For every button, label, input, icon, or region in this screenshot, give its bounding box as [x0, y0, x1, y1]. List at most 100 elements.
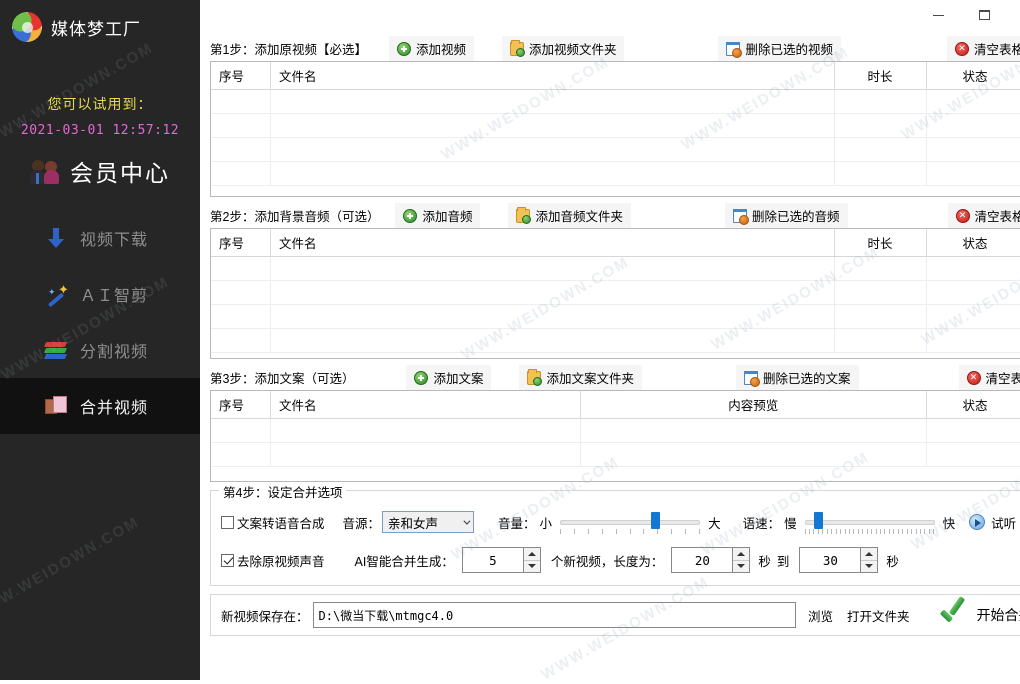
video-table-body[interactable] [211, 90, 1020, 196]
column-header-index: 序号 [211, 62, 271, 89]
plus-circle-icon [414, 371, 428, 385]
video-table[interactable]: 序号 文件名 时长 状态 [210, 61, 1020, 197]
length-min-input[interactable] [671, 547, 733, 573]
spin-up-button[interactable] [861, 548, 877, 561]
step2-title: 第2步：添加背景音频（可选） [210, 206, 379, 225]
voice-source-select[interactable]: 亲和女声 [382, 511, 474, 533]
range-to-label: 到 [777, 551, 790, 570]
spin-down-button[interactable] [524, 561, 540, 573]
add-video-folder-button[interactable]: 添加视频文件夹 [502, 36, 625, 61]
sidebar-item-merge-video[interactable]: 合并视频 [0, 378, 200, 434]
volume-slider-track [560, 520, 700, 525]
vip-center-link[interactable]: 会员中心 [0, 154, 200, 188]
merge-squares-icon [44, 394, 68, 418]
sidebar-item-label: 视频下载 [80, 226, 148, 250]
tts-checkbox[interactable] [221, 516, 234, 529]
audio-table[interactable]: 序号 文件名 时长 状态 [210, 228, 1020, 359]
table-row[interactable] [211, 419, 1020, 443]
browse-button[interactable]: 浏览 [808, 606, 833, 625]
delete-item-icon [733, 209, 747, 223]
voice-source-label: 音源： [343, 513, 381, 532]
volume-slider[interactable] [560, 510, 700, 534]
ai-merge-count-stepper[interactable] [462, 547, 541, 573]
open-folder-button[interactable]: 打开文件夹 [847, 606, 910, 625]
maximize-button[interactable] [962, 0, 1008, 30]
clear-video-table-button[interactable]: 清空表格 [947, 36, 1020, 61]
delete-selected-video-button[interactable]: 删除已选的视频 [718, 36, 841, 61]
table-row[interactable] [211, 114, 1020, 138]
minimize-button[interactable] [916, 0, 962, 30]
clear-audio-table-button[interactable]: 清空表格 [948, 203, 1020, 228]
add-video-button[interactable]: 添加视频 [389, 36, 474, 61]
remove-original-audio-label: 去除原视频声音 [237, 551, 325, 570]
delete-selected-audio-label: 删除已选的音频 [752, 206, 840, 225]
column-header-filename: 文件名 [271, 62, 835, 89]
close-button[interactable]: ✕ [1008, 0, 1020, 30]
spin-down-button[interactable] [861, 561, 877, 573]
split-layers-icon [44, 338, 68, 362]
spin-up-button[interactable] [733, 548, 749, 561]
delete-selected-audio-button[interactable]: 删除已选的音频 [725, 203, 848, 228]
sidebar-item-label: ＡＩ智剪 [80, 282, 148, 306]
add-script-folder-button[interactable]: 添加文案文件夹 [519, 365, 642, 390]
clear-script-table-button[interactable]: 清空表格 [959, 365, 1020, 390]
vip-center-label: 会员中心 [70, 154, 170, 188]
script-table[interactable]: 序号 文件名 内容预览 状态 [210, 390, 1020, 482]
column-header-status: 状态 [927, 229, 1020, 256]
add-audio-button[interactable]: 添加音频 [395, 203, 480, 228]
start-merge-button[interactable]: 开始合并 [938, 602, 1020, 628]
sidebar-item-split-video[interactable]: 分割视频 [0, 322, 200, 378]
clear-script-table-label: 清空表格 [986, 368, 1020, 387]
chevron-down-icon [463, 517, 470, 524]
delete-item-icon [726, 42, 740, 56]
table-row[interactable] [211, 443, 1020, 467]
content-area: 第1步：添加原视频【必选】 添加视频 添加视频文件夹 删除已选的视频 清空表格 [200, 36, 1020, 636]
add-audio-folder-button[interactable]: 添加音频文件夹 [508, 203, 631, 228]
green-check-icon [938, 602, 968, 628]
table-row[interactable] [211, 329, 1020, 353]
ai-merge-count-input[interactable] [462, 547, 524, 573]
preview-play-icon[interactable] [969, 514, 985, 530]
table-row[interactable] [211, 281, 1020, 305]
ai-merge-count-spin-buttons[interactable] [524, 547, 541, 573]
folder-add-icon [527, 371, 541, 385]
table-row[interactable] [211, 90, 1020, 114]
table-row[interactable] [211, 162, 1020, 186]
step3-toolbar: 第3步：添加文案（可选） 添加文案 添加文案文件夹 删除已选的文案 清空表格 [210, 365, 1020, 390]
ai-merge-label: AI智能合并生成： [355, 551, 454, 570]
sidebar-item-video-download[interactable]: 视频下载 [0, 210, 200, 266]
sidebar-item-label: 合并视频 [80, 394, 148, 418]
column-header-duration: 时长 [835, 229, 927, 256]
add-audio-folder-label: 添加音频文件夹 [535, 206, 623, 225]
length-max-input[interactable] [799, 547, 861, 573]
length-max-stepper[interactable] [799, 547, 878, 573]
speed-slider-thumb[interactable] [814, 512, 823, 529]
audio-table-body[interactable] [211, 257, 1020, 358]
column-header-status: 状态 [927, 391, 1020, 418]
title-bar: ✕ [200, 0, 1020, 36]
video-table-header: 序号 文件名 时长 状态 [211, 62, 1020, 90]
spin-up-button[interactable] [524, 548, 540, 561]
step1-title: 第1步：添加原视频【必选】 [210, 39, 367, 58]
length-min-stepper[interactable] [671, 547, 750, 573]
output-bar: 新视频保存在： 浏览 打开文件夹 开始合并 [210, 594, 1020, 636]
add-script-label: 添加文案 [433, 368, 483, 387]
length-max-spin-buttons[interactable] [861, 547, 878, 573]
remove-original-audio-checkbox[interactable] [221, 554, 234, 567]
speed-slider[interactable] [805, 510, 935, 534]
unit-seconds-label: 秒 [758, 551, 771, 570]
volume-slider-thumb[interactable] [651, 512, 660, 529]
new-video-length-label: 个新视频，长度为： [551, 551, 664, 570]
script-table-body[interactable] [211, 419, 1020, 481]
delete-selected-script-button[interactable]: 删除已选的文案 [736, 365, 859, 390]
table-row[interactable] [211, 305, 1020, 329]
sidebar-item-ai-edit[interactable]: ✦✦ ＡＩ智剪 [0, 266, 200, 322]
table-row[interactable] [211, 257, 1020, 281]
add-script-button[interactable]: 添加文案 [406, 365, 491, 390]
save-path-input[interactable] [313, 602, 796, 628]
table-row[interactable] [211, 138, 1020, 162]
spin-down-button[interactable] [733, 561, 749, 573]
add-script-folder-label: 添加文案文件夹 [546, 368, 634, 387]
length-min-spin-buttons[interactable] [733, 547, 750, 573]
step4-row-1: 文案转语音合成 音源： 亲和女声 音量： 小 [221, 507, 1020, 537]
